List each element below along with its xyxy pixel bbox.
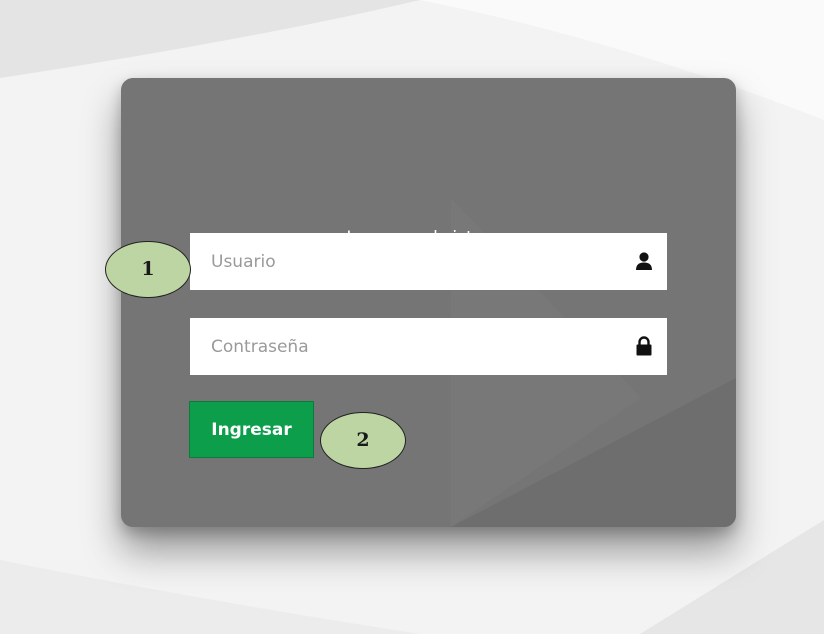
callout-1: 1 [105, 241, 191, 298]
user-icon [636, 252, 652, 270]
password-input[interactable] [190, 318, 610, 375]
login-button[interactable]: Ingresar [189, 401, 314, 458]
callout-2: 2 [320, 412, 406, 469]
password-field[interactable] [190, 318, 667, 375]
lock-icon [636, 336, 652, 356]
login-panel: Ingresar al sistema [121, 78, 736, 527]
panel-sheen [451, 198, 736, 527]
username-input[interactable] [190, 233, 610, 290]
username-field[interactable] [190, 233, 667, 290]
